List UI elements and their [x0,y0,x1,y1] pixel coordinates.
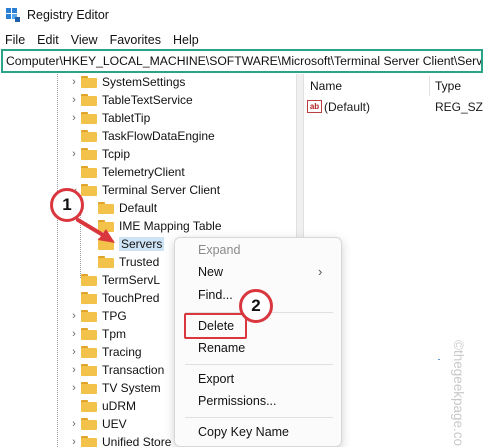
menu-item-permissions[interactable]: Permissions... [175,391,341,413]
menu-item-rename[interactable]: Rename [175,338,341,360]
menu-item-copy-key-name[interactable]: Copy Key Name [175,422,341,444]
folder-icon [81,148,97,160]
menu-separator [185,364,333,365]
tree-item[interactable]: › Tpm [69,325,126,343]
menu-item-new[interactable]: New › [175,262,341,284]
chevron-right-icon[interactable]: › [69,74,79,91]
folder-icon [98,256,114,268]
step-1-badge: 1 [50,188,84,222]
chevron-right-icon[interactable]: › [69,307,79,325]
chevron-right-icon[interactable]: › [69,361,79,379]
menu-separator [185,417,333,418]
tree-item[interactable]: › TableTextService [69,91,193,109]
tree-item[interactable]: › TV System [69,379,161,397]
folder-icon [98,238,114,250]
column-header-type[interactable]: Type [435,79,461,93]
column-divider[interactable] [429,76,430,96]
address-bar[interactable]: Computer\HKEY_LOCAL_MACHINE\SOFTWARE\Mic… [1,49,483,73]
tree-item[interactable]: TermServL [81,271,160,289]
chevron-right-icon[interactable]: › [69,145,79,163]
chevron-right-icon: › [318,264,323,279]
tree-item[interactable]: Default [98,199,157,217]
chevron-right-icon[interactable]: › [69,91,79,109]
value-type: REG_SZ [435,100,484,114]
menu-favorites[interactable]: Favorites [104,31,167,49]
folder-icon [81,400,97,412]
tree-item[interactable]: › SystemSettings [69,74,185,91]
window-title: Registry Editor [27,8,109,22]
menu-bar: File Edit View Favorites Help [0,31,205,49]
string-value-icon: ab [307,100,322,113]
column-header-name[interactable]: Name [310,79,342,93]
menu-view[interactable]: View [65,31,104,49]
tree-item[interactable]: TaskFlowDataEngine [81,127,215,145]
folder-icon [81,76,97,88]
folder-icon [81,274,97,286]
chevron-right-icon[interactable]: › [69,433,79,447]
divider [438,359,440,360]
value-row[interactable]: ab (Default) REG_SZ [304,98,488,116]
menu-edit[interactable]: Edit [31,31,65,49]
chevron-right-icon[interactable]: › [69,325,79,343]
tree-item[interactable]: Trusted [98,253,159,271]
folder-icon [81,364,97,376]
chevron-right-icon[interactable]: › [69,415,79,433]
step-2-badge: 2 [239,289,273,323]
folder-icon [81,328,97,340]
tree-item[interactable]: › UEV [69,415,127,433]
chevron-right-icon[interactable]: › [69,109,79,127]
chevron-right-icon[interactable]: › [69,343,79,361]
tree-item[interactable]: › Tcpip [69,145,130,163]
chevron-right-icon[interactable]: › [69,379,79,397]
menu-help[interactable]: Help [167,31,205,49]
tree-item[interactable]: › Unified Store [69,433,171,447]
folder-icon [81,112,97,124]
tree-item[interactable]: TouchPred [81,289,159,307]
folder-icon [81,166,97,178]
tree-item[interactable]: › TabletTip [69,109,150,127]
registry-editor-icon [6,8,20,22]
menu-item-export[interactable]: Export [175,369,341,391]
folder-icon [81,184,97,196]
folder-icon [81,436,97,447]
folder-icon [81,94,97,106]
watermark: ©thegeekpage.com [451,340,466,447]
delete-highlight-box [184,313,247,339]
tree-item[interactable]: › TPG [69,307,127,325]
folder-icon [81,418,97,430]
title-bar: Registry Editor [0,0,488,30]
tree-item[interactable]: IME Mapping Table [98,217,222,235]
tree-item[interactable]: › Tracing [69,343,141,361]
value-name: (Default) [324,100,371,114]
context-menu: Expand New › Find... Delete Rename Expor… [174,237,342,447]
folder-icon [98,220,114,232]
folder-icon [81,346,97,358]
folder-icon [81,310,97,322]
tree-item[interactable]: › Transaction [69,361,164,379]
folder-icon [98,202,114,214]
menu-file[interactable]: File [0,31,31,49]
tree-item[interactable]: TelemetryClient [81,163,185,181]
folder-icon [81,382,97,394]
tree-item-terminal-server-client[interactable]: › Terminal Server Client [68,181,220,199]
menu-item-expand: Expand [198,243,241,257]
folder-icon [81,130,97,142]
tree-item[interactable]: uDRM [81,397,136,415]
tree-item-servers[interactable]: Servers [98,235,165,253]
folder-icon [81,292,97,304]
